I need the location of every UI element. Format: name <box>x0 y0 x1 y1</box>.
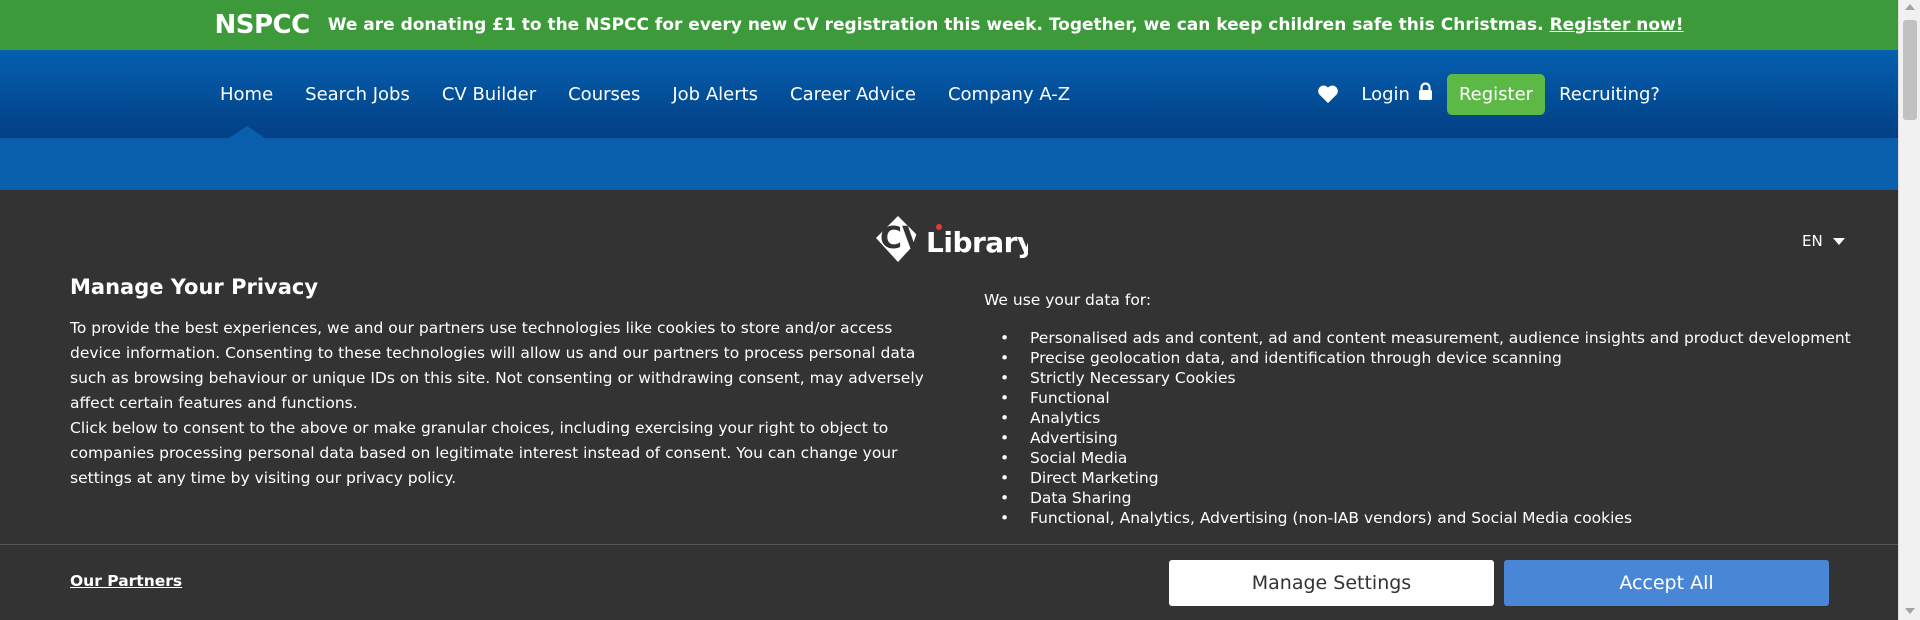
consent-paragraph: Click below to consent to the above or m… <box>70 419 898 487</box>
consent-paragraph: To provide the best experiences, we and … <box>70 319 924 412</box>
page-scrollbar[interactable] <box>1898 0 1920 620</box>
svg-text:CV: CV <box>880 221 926 256</box>
login-link[interactable]: Login <box>1361 82 1433 106</box>
list-item: Data Sharing <box>1000 488 1851 508</box>
consent-title: Manage Your Privacy <box>70 275 319 299</box>
data-uses-list: Personalised ads and content, ad and con… <box>1000 328 1851 528</box>
login-label: Login <box>1361 83 1410 105</box>
cv-library-logo: CV Library <box>868 212 1035 268</box>
hero-band <box>0 138 1898 190</box>
nav-item-job-alerts[interactable]: Job Alerts <box>672 50 758 138</box>
accept-all-button[interactable]: Accept All <box>1504 560 1829 606</box>
promo-message: We are donating £1 to the NSPCC for ever… <box>327 15 1544 35</box>
our-partners-link[interactable]: Our Partners <box>70 572 182 590</box>
register-now-link[interactable]: Register now! <box>1550 15 1684 35</box>
lock-icon <box>1418 82 1433 106</box>
main-nav: Home Search Jobs CV Builder Courses Job … <box>0 50 1898 138</box>
data-uses-heading: We use your data for: <box>984 291 1152 309</box>
manage-settings-button[interactable]: Manage Settings <box>1169 560 1494 606</box>
list-item: Functional <box>1000 388 1851 408</box>
scroll-thumb[interactable] <box>1903 20 1917 120</box>
nav-account: Login Register Recruiting? <box>1317 50 1660 138</box>
list-item: Precise geolocation data, and identifica… <box>1000 348 1851 368</box>
list-item: Advertising <box>1000 428 1851 448</box>
language-label: EN <box>1802 232 1823 250</box>
promo-banner: NSPCC We are donating £1 to the NSPCC fo… <box>0 0 1898 50</box>
svg-text:Library: Library <box>926 226 1028 259</box>
list-item: Strictly Necessary Cookies <box>1000 368 1851 388</box>
list-item: Direct Marketing <box>1000 468 1851 488</box>
nav-item-courses[interactable]: Courses <box>568 50 640 138</box>
nav-item-company-a-z[interactable]: Company A-Z <box>948 50 1070 138</box>
register-button[interactable]: Register <box>1446 73 1546 115</box>
heart-icon[interactable] <box>1317 83 1339 105</box>
nspcc-logo: NSPCC <box>214 10 310 40</box>
nav-item-career-advice[interactable]: Career Advice <box>790 50 916 138</box>
nav-item-cv-builder[interactable]: CV Builder <box>442 50 536 138</box>
recruiting-link[interactable]: Recruiting? <box>1559 84 1660 105</box>
nav-item-home[interactable]: Home <box>220 50 273 138</box>
nav-links: Home Search Jobs CV Builder Courses Job … <box>220 50 1102 138</box>
scroll-up-icon[interactable] <box>1905 4 1915 10</box>
language-select[interactable]: EN <box>1802 232 1845 250</box>
list-item: Social Media <box>1000 448 1851 468</box>
scroll-down-icon[interactable] <box>1905 608 1915 614</box>
consent-description: To provide the best experiences, we and … <box>70 316 930 491</box>
caret-down-icon <box>1832 237 1845 245</box>
list-item: Personalised ads and content, ad and con… <box>1000 328 1851 348</box>
list-item: Analytics <box>1000 408 1851 428</box>
nav-item-search-jobs[interactable]: Search Jobs <box>305 50 410 138</box>
divider <box>0 544 1898 545</box>
consent-dialog: CV Library EN Manage Your Privacy To pro… <box>0 190 1898 620</box>
list-item: Functional, Analytics, Advertising (non-… <box>1000 508 1851 528</box>
